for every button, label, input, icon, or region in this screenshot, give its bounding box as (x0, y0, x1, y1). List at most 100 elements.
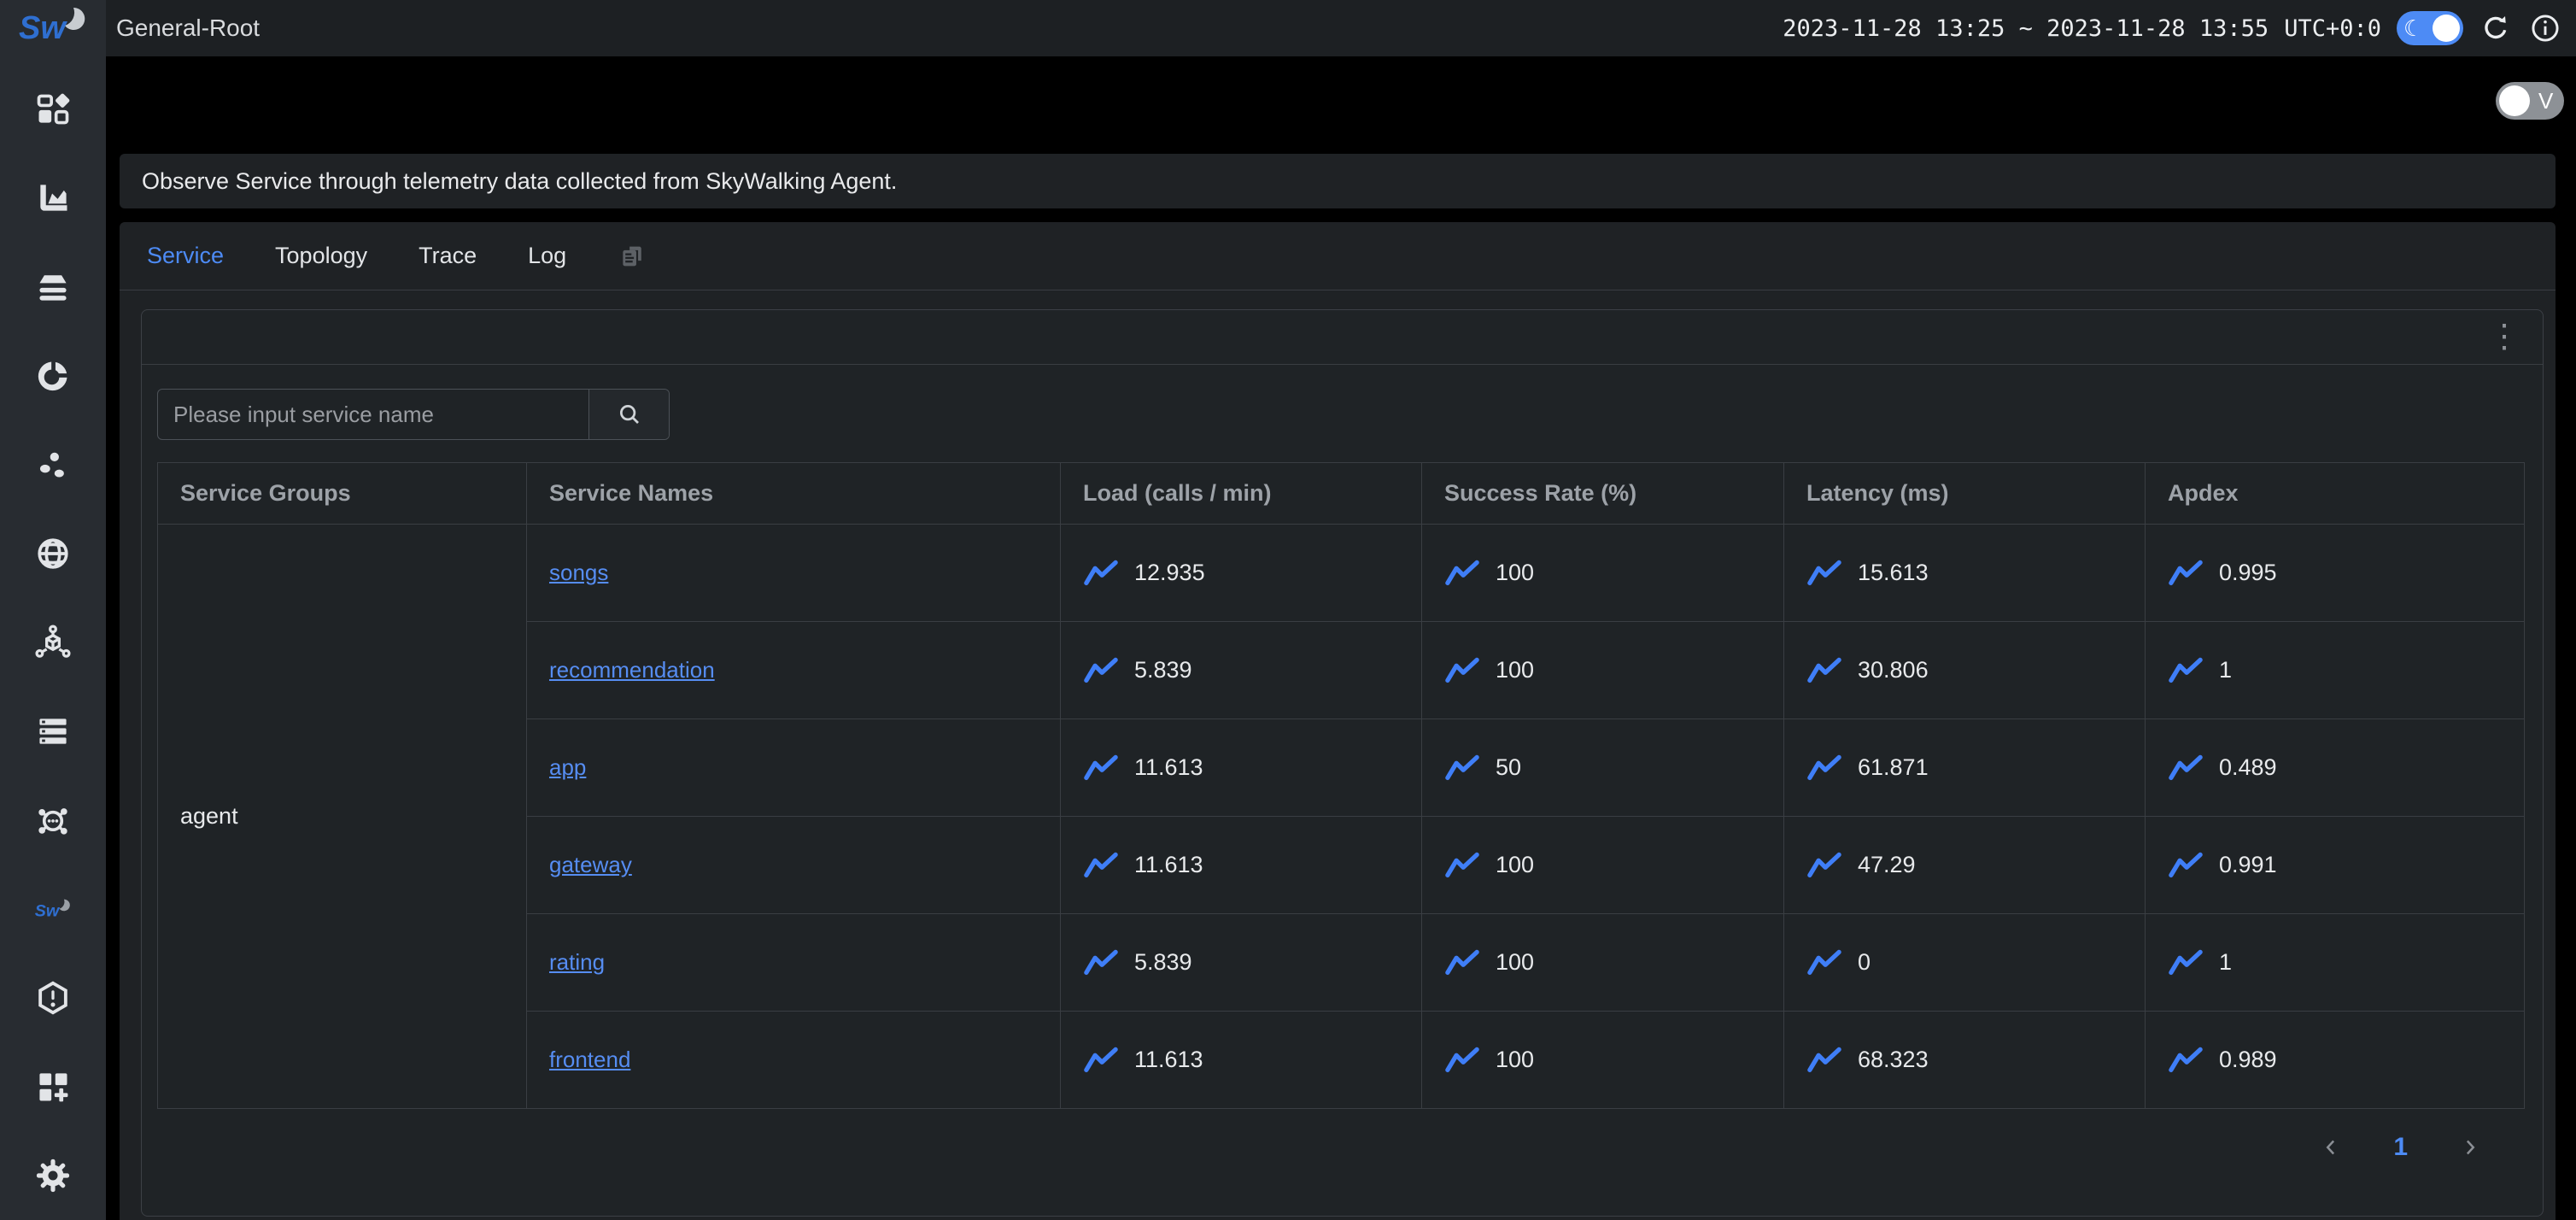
banner-text: Observe Service through telemetry data c… (142, 168, 897, 195)
refresh-button[interactable] (2479, 11, 2513, 45)
apdex-cell: 1 (2146, 914, 2525, 1012)
sparkline-icon (1083, 754, 1119, 782)
sidebar-item-layers[interactable] (0, 243, 106, 331)
metric-value: 11.613 (1134, 1047, 1203, 1073)
theme-toggle[interactable]: ☾ (2397, 11, 2463, 45)
documents-icon (618, 242, 647, 271)
skywalking-dashboard: Sw (0, 0, 2576, 1220)
prev-page-button[interactable] (2318, 1135, 2344, 1160)
table-body: agentsongs12.93510015.6130.995recommenda… (158, 525, 2525, 1109)
copy-docs-button[interactable] (618, 242, 647, 271)
tab-topology[interactable]: Topology (275, 243, 367, 269)
bar-chart-icon (34, 179, 72, 217)
latency-cell: 61.871 (1784, 719, 2146, 817)
column-header: Service Names (527, 463, 1061, 525)
donut-chart-icon (34, 357, 72, 395)
metric-value: 0.489 (2219, 754, 2277, 781)
next-page-button[interactable] (2457, 1135, 2483, 1160)
sparkline-icon (2168, 560, 2204, 587)
apdex-cell: 1 (2146, 622, 2525, 719)
latency-cell: 47.29 (1784, 817, 2146, 914)
metric-value: 30.806 (1858, 657, 1929, 683)
metric-value: 0.989 (2219, 1047, 2277, 1073)
load-cell: 11.613 (1061, 719, 1422, 817)
sidebar-item-new-dashboard[interactable] (0, 1042, 106, 1131)
service-link[interactable]: rating (549, 949, 605, 975)
current-page[interactable]: 1 (2393, 1133, 2408, 1162)
service-name-cell: gateway (527, 817, 1061, 914)
sparkline-icon (1806, 852, 1842, 879)
search-row (157, 389, 2522, 440)
success-cell: 100 (1422, 525, 1784, 622)
success-cell: 100 (1422, 622, 1784, 719)
toggle-knob (2433, 15, 2460, 42)
latency-cell: 15.613 (1784, 525, 2146, 622)
sidebar-item-topology[interactable] (0, 776, 106, 865)
gear-icon (34, 1157, 72, 1194)
metric-value: 61.871 (1858, 754, 1929, 781)
page-title: General-Root (116, 15, 260, 42)
dashboard-icon (34, 91, 72, 128)
sparkline-icon (1444, 852, 1480, 879)
service-name-cell: recommendation (527, 622, 1061, 719)
top-header: General-Root 2023-11-28 13:25 ~ 2023-11-… (106, 0, 2576, 56)
refresh-icon (2480, 13, 2511, 44)
sidebar-item-service-mesh[interactable] (0, 598, 106, 687)
svg-text:Sw: Sw (19, 10, 67, 46)
svg-text:Sw: Sw (35, 901, 61, 920)
service-search-input[interactable] (158, 390, 588, 439)
metric-value: 100 (1496, 560, 1534, 586)
sparkline-icon (2168, 949, 2204, 977)
sparkline-icon (1806, 657, 1842, 684)
sidebar-item-virtual-database[interactable] (0, 687, 106, 776)
sparkline-icon (2168, 1047, 2204, 1074)
search-icon (617, 402, 642, 427)
metric-value: 50 (1496, 754, 1521, 781)
globe-icon (34, 535, 72, 572)
service-link[interactable]: songs (549, 560, 608, 585)
server-list-icon (34, 713, 72, 750)
sparkline-icon (1083, 657, 1119, 684)
table-header-row: Service GroupsService NamesLoad (calls /… (158, 463, 2525, 525)
sidebar-item-alarm[interactable] (0, 953, 106, 1042)
tab-trace[interactable]: Trace (419, 243, 477, 269)
apdex-cell: 0.995 (2146, 525, 2525, 622)
search-button[interactable] (588, 390, 669, 439)
skywalking-logo[interactable]: Sw (0, 0, 106, 50)
success-cell: 100 (1422, 1012, 1784, 1109)
time-range[interactable]: 2023-11-28 13:25 ~ 2023-11-28 13:55 (1783, 15, 2269, 42)
skywalking-icon: Sw (34, 890, 72, 928)
info-button[interactable] (2528, 11, 2562, 45)
sparkline-icon (2168, 754, 2204, 782)
sparkline-icon (2168, 852, 2204, 879)
service-link[interactable]: app (549, 754, 586, 780)
metric-value: 100 (1496, 949, 1534, 976)
tab-service[interactable]: Service (147, 243, 224, 269)
header-controls: 2023-11-28 13:25 ~ 2023-11-28 13:55 UTC+… (1783, 11, 2562, 45)
service-link[interactable]: gateway (549, 852, 632, 877)
sidebar-item-dashboard[interactable] (0, 65, 106, 154)
sidebar-item-sampling[interactable] (0, 420, 106, 509)
success-cell: 50 (1422, 719, 1784, 817)
search-box (157, 389, 670, 440)
latency-cell: 30.806 (1784, 622, 2146, 719)
service-link[interactable]: frontend (549, 1047, 630, 1072)
sparkline-icon (1083, 1047, 1119, 1074)
column-header: Latency (ms) (1784, 463, 2146, 525)
info-icon (2530, 13, 2561, 44)
apdex-cell: 0.991 (2146, 817, 2525, 914)
sidebar-item-skywalking[interactable]: Sw (0, 865, 106, 953)
sidebar-item-donut[interactable] (0, 331, 106, 420)
view-mode-toggle[interactable]: V (2496, 82, 2564, 120)
service-link[interactable]: recommendation (549, 657, 715, 683)
sparkline-icon (1444, 560, 1480, 587)
sidebar-item-browser[interactable] (0, 509, 106, 598)
apdex-cell: 0.989 (2146, 1012, 2525, 1109)
tab-log[interactable]: Log (528, 243, 566, 269)
sidebar-item-metrics[interactable] (0, 154, 106, 243)
widget-menu-button[interactable]: ⋮ (2488, 327, 2520, 347)
metric-value: 1 (2219, 657, 2232, 683)
sidebar-nav: Sw (0, 50, 106, 1220)
toggle-knob (2499, 85, 2530, 116)
sidebar-item-settings[interactable] (0, 1131, 106, 1220)
